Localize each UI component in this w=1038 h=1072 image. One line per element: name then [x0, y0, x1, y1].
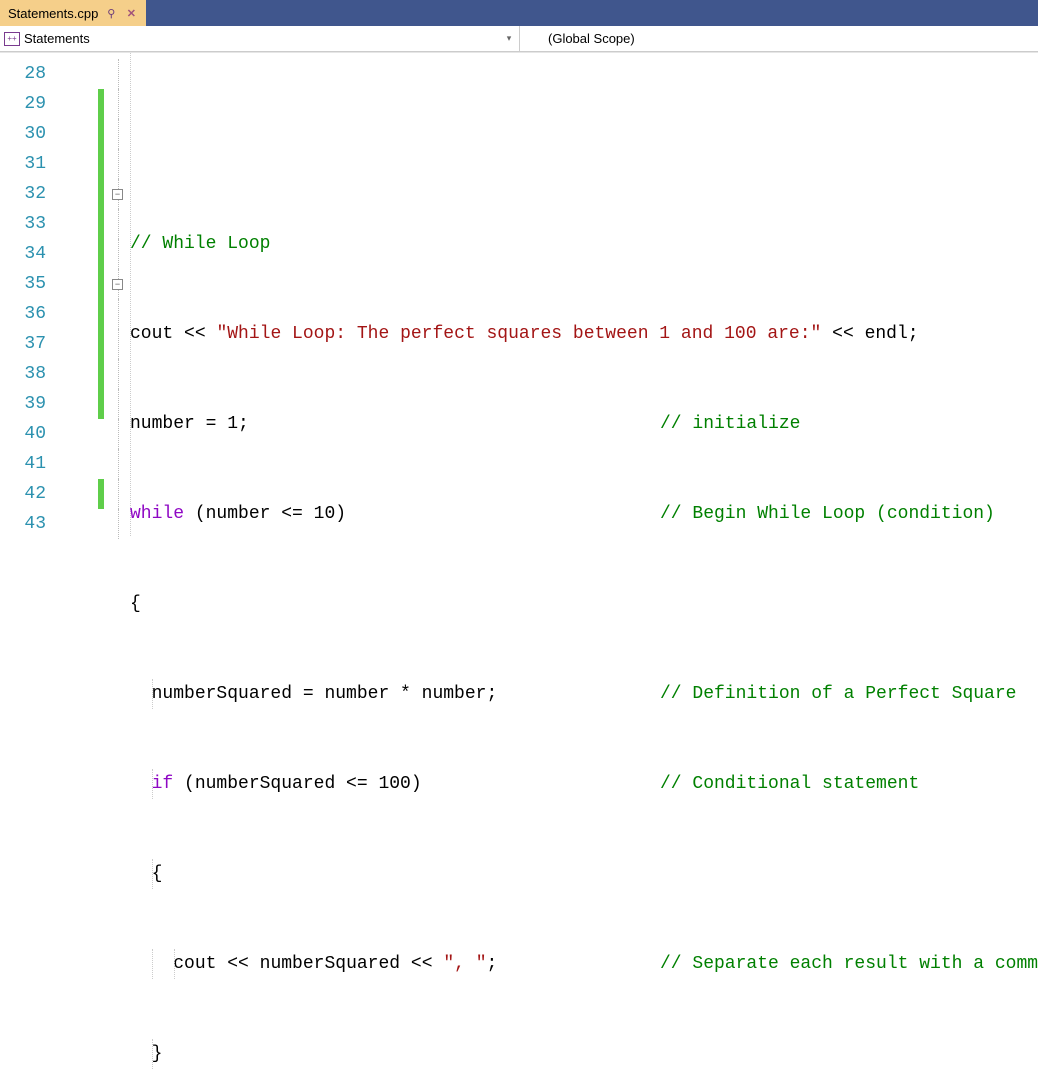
line-number: 40	[0, 419, 56, 449]
scope-label: (Global Scope)	[548, 31, 635, 46]
line-number-gutter: 28293031323334353637383940414243	[0, 53, 56, 536]
code-line-36: {	[130, 859, 1038, 889]
code-line-34: numberSquared = number * number;// Defin…	[130, 679, 1038, 709]
code-line-28	[130, 139, 1038, 169]
code-line-35: if (numberSquared <= 100)// Conditional …	[130, 769, 1038, 799]
code-line-33: {	[130, 589, 1038, 619]
line-number: 36	[0, 299, 56, 329]
code-line-31: number = 1;// initialize	[130, 409, 1038, 439]
line-number: 29	[0, 89, 56, 119]
code-line-37: cout << numberSquared << ", ";// Separat…	[130, 949, 1038, 979]
line-number: 33	[0, 209, 56, 239]
scope-selector-scope[interactable]: (Global Scope)	[520, 26, 1038, 51]
fold-toggle-while[interactable]: −	[112, 189, 123, 200]
close-icon[interactable]: ✕	[124, 7, 138, 20]
code-line-30: cout << "While Loop: The perfect squares…	[130, 319, 1038, 349]
line-number: 41	[0, 449, 56, 479]
line-number: 35	[0, 269, 56, 299]
file-tab[interactable]: Statements.cpp ⚲ ✕	[0, 0, 146, 26]
pin-icon[interactable]: ⚲	[104, 7, 118, 20]
tab-filename: Statements.cpp	[8, 6, 98, 21]
line-number: 39	[0, 389, 56, 419]
line-number: 42	[0, 479, 56, 509]
line-number: 30	[0, 119, 56, 149]
marker-gutter: − −	[56, 53, 130, 536]
line-number: 28	[0, 59, 56, 89]
line-number: 34	[0, 239, 56, 269]
code-line-32: while (number <= 10)// Begin While Loop …	[130, 499, 1038, 529]
code-area[interactable]: // While Loop cout << "While Loop: The p…	[130, 53, 1038, 536]
code-line-38: }	[130, 1039, 1038, 1069]
line-number: 31	[0, 149, 56, 179]
fold-toggle-if[interactable]: −	[112, 279, 123, 290]
file-type-icon: ++	[4, 32, 20, 46]
tab-bar: Statements.cpp ⚲ ✕	[0, 0, 1038, 26]
chevron-down-icon[interactable]: ▾	[503, 33, 515, 44]
scope-file-label: Statements	[24, 31, 90, 46]
code-editor[interactable]: 28293031323334353637383940414243 − − // …	[0, 52, 1038, 536]
line-number: 37	[0, 329, 56, 359]
line-number: 38	[0, 359, 56, 389]
navigation-bar: ++ Statements ▾ (Global Scope)	[0, 26, 1038, 52]
line-number: 32	[0, 179, 56, 209]
line-number: 43	[0, 509, 56, 539]
scope-selector-file[interactable]: ++ Statements ▾	[0, 26, 520, 51]
code-line-29: // While Loop	[130, 229, 1038, 259]
